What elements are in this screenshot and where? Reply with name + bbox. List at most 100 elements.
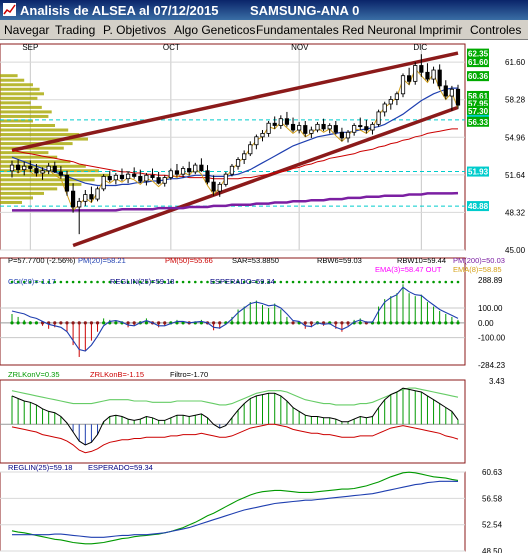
indicator-readout: RBW10=59.44 — [397, 256, 446, 265]
volume-profile-bar — [0, 191, 44, 195]
cci-readout: REGLIN(25)=59.18 — [110, 277, 174, 286]
cci-zero-dot — [260, 321, 265, 325]
menu-controles[interactable]: Controles — [470, 23, 521, 37]
cci-top-dot — [96, 280, 99, 284]
account-label: SAMSUNG-ANA 0 — [250, 3, 360, 18]
chart-area: SEP OCT NOV DIC 61.60 58.28 54.96 51.64 48.32 45.… — [0, 43, 526, 553]
price-axis-label: 54.96 — [505, 133, 526, 142]
indicator-readout: SAR=53.8850 — [232, 256, 279, 265]
price-axis-label: 45.00 — [505, 246, 526, 255]
cci-zero-dot — [309, 321, 313, 325]
cci-top-dot — [401, 280, 405, 284]
candle-body — [352, 125, 357, 133]
cci-zero-dot — [248, 321, 252, 325]
cci-top-dot — [322, 280, 325, 284]
candle-body — [327, 125, 332, 130]
menu-navegar[interactable]: Navegar — [4, 23, 49, 37]
candle-body — [162, 177, 167, 184]
cci-zero-dot — [71, 321, 75, 325]
title-bar: Analisis de ALSEA al 07/12/2015 SAMSUNG-… — [0, 0, 528, 20]
candle-body — [309, 129, 314, 134]
cci-top-dot — [365, 280, 368, 284]
menu-geneticos[interactable]: Algo Geneticos — [174, 23, 255, 37]
cci-top-dot — [407, 280, 411, 284]
menu-trading[interactable]: Trading — [55, 23, 95, 37]
cci-top-dot — [450, 280, 454, 284]
candle-body — [339, 131, 345, 139]
reglin-axis-label: 48.50 — [482, 547, 503, 553]
cci-top-dot — [303, 280, 307, 284]
candle-body — [217, 183, 222, 192]
reglin-panel-frame — [0, 471, 466, 552]
candle-body — [266, 122, 271, 134]
month-label-oct: OCT — [163, 43, 180, 52]
indicator-readout: EMA(3)=58.47 OUT — [375, 265, 442, 274]
price-tag: 48.88 — [468, 202, 489, 211]
cci-top-dot — [346, 280, 350, 284]
candle-body — [52, 165, 57, 173]
cci-top-dot — [285, 280, 289, 284]
candle-body — [242, 153, 247, 160]
candle-body — [46, 165, 51, 172]
cci-top-dot — [334, 280, 338, 284]
candle-body — [278, 118, 283, 126]
cci-zero-dot — [157, 321, 161, 325]
volume-profile-bar — [0, 133, 80, 137]
candle-body — [449, 88, 454, 97]
indicator-readout: PM(200)=50.03 — [453, 256, 505, 265]
reglin-readout: ESPERADO=59.34 — [88, 463, 153, 472]
candle-body — [119, 174, 125, 180]
volume-profile-bar — [0, 92, 44, 96]
cci-top-dot — [297, 280, 301, 284]
cci-top-dot — [279, 280, 283, 284]
candle-body — [248, 144, 253, 155]
candle-body — [144, 174, 149, 182]
cci-top-dot — [84, 280, 87, 284]
menu-objetivos[interactable]: P. Objetivos — [103, 23, 166, 37]
candle-body — [34, 168, 39, 174]
cci-zero-dot — [16, 321, 20, 325]
candle-body — [321, 123, 326, 130]
menu-imprimir[interactable]: Imprimir — [419, 23, 462, 37]
reglin-readout: REGLIN(25)=59.18 — [8, 463, 72, 472]
candle-body — [297, 125, 302, 131]
candle-body — [345, 131, 351, 139]
cci-zero-dot — [163, 321, 167, 325]
cci-top-dot — [456, 280, 460, 284]
cci-top-dot — [426, 280, 429, 284]
candle-body — [28, 165, 33, 169]
cci-top-dot — [102, 280, 105, 284]
indicator-readout: RBW6=59.03 — [317, 256, 362, 265]
volume-profile-bar — [0, 128, 69, 132]
candle-body — [9, 164, 15, 172]
candle-body — [443, 85, 448, 97]
cci-zero-dot — [303, 321, 307, 325]
zrl-readout: ZRLKonV=0.35 — [8, 370, 60, 379]
candle-body — [205, 170, 210, 183]
candle-body — [254, 136, 259, 146]
candle-body — [211, 181, 216, 192]
volume-profile-bar — [0, 83, 33, 87]
cci-zero-dot — [273, 321, 277, 325]
candle-body — [315, 123, 320, 131]
candle-body — [168, 170, 173, 178]
cci-zero-dot — [267, 321, 271, 325]
cci-axis-label: 0.00 — [478, 319, 494, 328]
cci-zero-dot — [419, 321, 423, 325]
candle-body — [132, 173, 137, 177]
cci-readout: ESPERADO=59.34 — [210, 277, 275, 286]
cci-top-dot — [420, 280, 423, 284]
cci-top-dot — [352, 280, 356, 284]
cci-zero-dot — [340, 321, 344, 325]
reglin-axis-label: 52.54 — [482, 521, 503, 530]
menu-red-neuronal[interactable]: Red Neuronal — [342, 23, 416, 37]
cci-zero-dot — [65, 321, 69, 325]
price-tag: 51.93 — [468, 168, 489, 177]
menu-fundamentales[interactable]: Fundamentales — [256, 23, 339, 37]
price-panel-frame — [0, 43, 466, 251]
candle-body — [199, 164, 204, 172]
candle-body — [16, 164, 21, 171]
cci-zero-dot — [28, 321, 32, 325]
candle-body — [376, 111, 381, 125]
zrl-readout: Filtro=-1.70 — [170, 370, 208, 379]
